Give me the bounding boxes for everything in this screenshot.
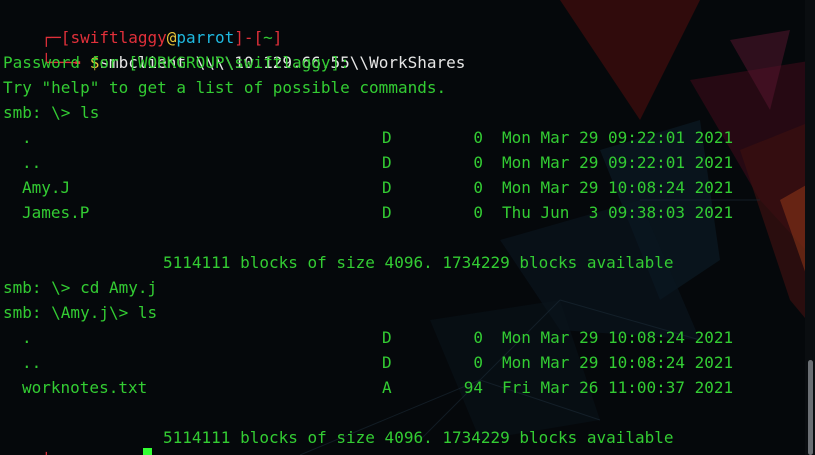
- password-prompt: Password for [WORKGROUP\swiftlaggy]:: [3, 53, 350, 72]
- file-date: Mon Mar 29 10:08:24 2021: [502, 328, 734, 347]
- listing-row: Amy.J D 0 Mon Mar 29 10:08:24 2021: [0, 175, 805, 200]
- file-date: Mon Mar 29 10:08:24 2021: [502, 178, 734, 197]
- smb-ls-command-2: smb: \Amy.j\> ls: [3, 303, 158, 322]
- file-size: 0: [473, 328, 483, 347]
- blocks-summary-1: 5114111 blocks of size 4096. 1734229 blo…: [163, 253, 674, 272]
- file-size: 0: [473, 203, 483, 222]
- file-attribute: D: [382, 203, 392, 222]
- file-attribute: D: [382, 328, 392, 347]
- file-attribute: D: [382, 153, 392, 172]
- file-name: ..: [22, 353, 42, 372]
- file-name: .: [22, 328, 32, 347]
- scrollbar-thumb[interactable]: [808, 360, 813, 455]
- file-name: worknotes.txt: [22, 378, 148, 397]
- file-date: Mon Mar 29 09:22:01 2021: [502, 153, 734, 172]
- prompt-header-line: ┌─[swiftlaggy@parrot]-[~]: [3, 0, 283, 47]
- terminal-output[interactable]: ┌─[swiftlaggy@parrot]-[~] └──╼ $smbclien…: [0, 0, 805, 455]
- listing-row: James.P D 0 Thu Jun 3 09:38:03 2021: [0, 200, 805, 225]
- file-name: .: [22, 128, 32, 147]
- file-size: 0: [473, 178, 483, 197]
- file-name: Amy.J: [22, 178, 71, 197]
- file-attribute: D: [382, 128, 392, 147]
- listing-row: .. D 0 Mon Mar 29 10:08:24 2021: [0, 350, 805, 375]
- file-attribute: D: [382, 353, 392, 372]
- file-date: Mon Mar 29 09:22:01 2021: [502, 128, 734, 147]
- file-attribute: A: [382, 378, 392, 397]
- file-size: 0: [473, 153, 483, 172]
- file-date: Fri Mar 26 11:00:37 2021: [502, 378, 734, 397]
- file-attribute: D: [382, 178, 392, 197]
- listing-row: .. D 0 Mon Mar 29 09:22:01 2021: [0, 150, 805, 175]
- blocks-summary-2: 5114111 blocks of size 4096. 1734229 blo…: [163, 428, 674, 447]
- prompt-command-line: └──╼ $smbclient \\\\10.129.66.55\\WorkSh…: [3, 25, 466, 72]
- file-date: Thu Jun 3 09:38:03 2021: [502, 203, 734, 222]
- listing-row: . D 0 Mon Mar 29 09:22:01 2021: [0, 125, 805, 150]
- terminal-scrollbar[interactable]: [805, 0, 815, 455]
- help-hint: Try "help" to get a list of possible com…: [3, 78, 447, 97]
- listing-row: worknotes.txt A 94 Fri Mar 26 11:00:37 2021: [0, 375, 805, 400]
- terminal-cursor: [143, 448, 152, 455]
- file-date: Mon Mar 29 10:08:24 2021: [502, 353, 734, 372]
- file-size: 94: [463, 378, 483, 397]
- next-prompt-corner: └──╼: [3, 442, 90, 455]
- file-name: James.P: [22, 203, 90, 222]
- file-name: ..: [22, 153, 42, 172]
- smb-cd-command: smb: \> cd Amy.j: [3, 278, 158, 297]
- file-size: 0: [473, 353, 483, 372]
- file-size: 0: [473, 128, 483, 147]
- smb-ls-command-1: smb: \> ls: [3, 103, 100, 122]
- listing-row: . D 0 Mon Mar 29 10:08:24 2021: [0, 325, 805, 350]
